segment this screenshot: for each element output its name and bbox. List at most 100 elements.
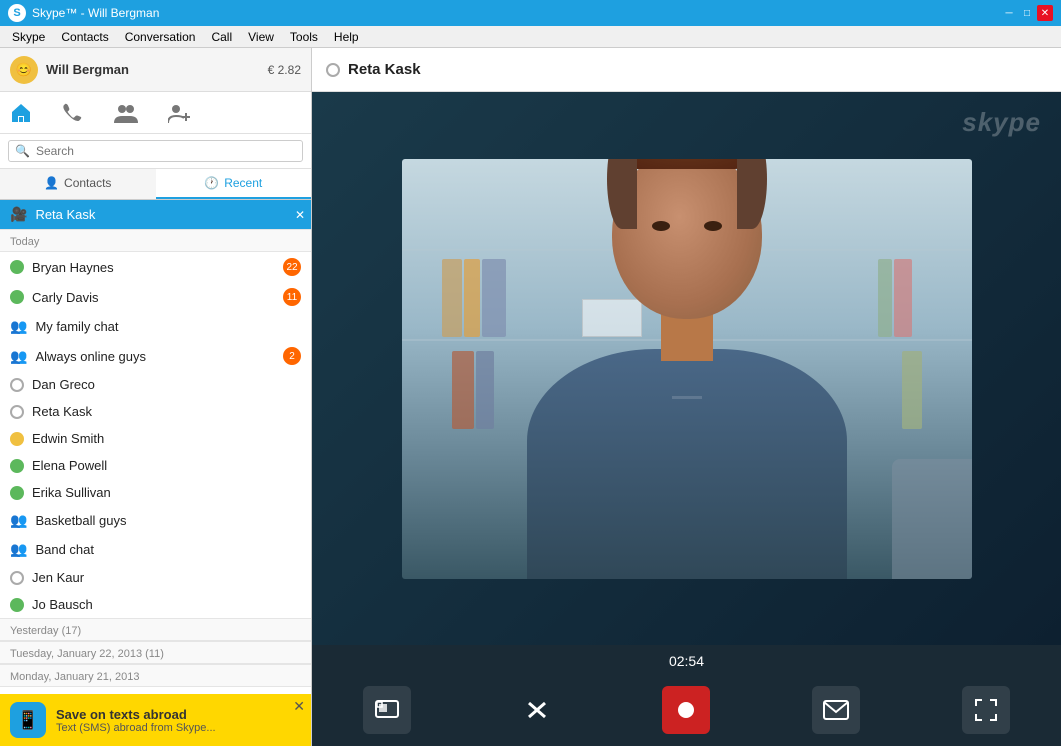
eye-left [652, 221, 670, 231]
window-controls: ─ □ ✕ [1001, 5, 1053, 21]
menu-bar: Skype Contacts Conversation Call View To… [0, 26, 1061, 48]
menu-call[interactable]: Call [203, 28, 240, 46]
ad-title[interactable]: Save on texts abroad [56, 707, 301, 722]
profile-name[interactable]: Will Bergman [46, 62, 129, 77]
tabs: 👤 Contacts 🕐 Recent [0, 169, 311, 200]
title-bar: S Skype™ - Will Bergman ─ □ ✕ [0, 0, 1061, 26]
section-jan22: Tuesday, January 22, 2013 (11) [0, 641, 311, 664]
close-button[interactable]: ✕ [1037, 5, 1053, 21]
ad-banner: 📱 Save on texts abroad Text (SMS) abroad… [0, 694, 311, 746]
home-nav-button[interactable] [10, 102, 32, 124]
contact-name: Elena Powell [32, 458, 107, 473]
profile-bar: 😊 Will Bergman € 2.82 [0, 48, 311, 92]
menu-skype[interactable]: Skype [4, 28, 53, 46]
recent-tab-icon: 🕐 [204, 176, 219, 190]
list-item[interactable]: Erika Sullivan [0, 479, 311, 506]
status-dot-green [10, 290, 24, 304]
status-dot-green [10, 486, 24, 500]
status-dot-offline [10, 405, 24, 419]
left-panel: 😊 Will Bergman € 2.82 [0, 48, 312, 746]
contact-name: Reta Kask [32, 404, 92, 419]
ad-subtitle: Text (SMS) abroad from Skype... [56, 722, 301, 734]
menu-contacts[interactable]: Contacts [53, 28, 116, 46]
contact-name: Carly Davis [32, 290, 98, 305]
ad-close-button[interactable]: ✕ [293, 698, 305, 715]
unread-badge: 2 [283, 347, 301, 365]
search-input[interactable] [36, 144, 296, 158]
group-icon: 👥 [10, 318, 27, 335]
tab-contacts[interactable]: 👤 Contacts [0, 169, 156, 199]
contact-name-selected: Reta Kask [35, 207, 95, 222]
search-input-wrap: 🔍 [8, 140, 303, 162]
contact-name: Band chat [35, 542, 94, 557]
search-bar: 🔍 [0, 134, 311, 169]
group-icon: 👥 [10, 348, 27, 365]
contacts-tab-label: Contacts [64, 176, 111, 190]
record-button[interactable] [662, 686, 710, 734]
status-dot-green [10, 459, 24, 473]
selected-contact-item[interactable]: 🎥 Reta Kask ✕ [0, 200, 311, 229]
fullscreen-button[interactable] [962, 686, 1010, 734]
close-contact-icon[interactable]: ✕ [295, 208, 305, 222]
list-item[interactable]: 👥 Band chat [0, 535, 311, 564]
skype-logo-icon: S [8, 4, 26, 22]
list-item[interactable]: Reta Kask [0, 398, 311, 425]
nav-icons [0, 92, 311, 134]
menu-view[interactable]: View [240, 28, 282, 46]
search-icon: 🔍 [15, 144, 30, 158]
menu-help[interactable]: Help [326, 28, 367, 46]
call-timer: 02:54 [312, 645, 1061, 678]
status-dot-green [10, 260, 24, 274]
list-item[interactable]: Carly Davis 11 [0, 282, 311, 312]
status-dot-offline [10, 378, 24, 392]
contact-name: Jen Kaur [32, 570, 84, 585]
contacts-tab-icon: 👤 [44, 176, 59, 190]
menu-tools[interactable]: Tools [282, 28, 326, 46]
profile-credit[interactable]: € 2.82 [268, 63, 301, 77]
contacts-nav-button[interactable] [114, 103, 138, 123]
list-item[interactable]: Elena Powell [0, 452, 311, 479]
screen-share-button[interactable] [363, 686, 411, 734]
unread-badge: 22 [283, 258, 301, 276]
status-dot-green [10, 598, 24, 612]
call-contact-name: Reta Kask [348, 61, 421, 78]
status-dot-yellow [10, 432, 24, 446]
contact-status-indicator [326, 63, 340, 77]
avatar: 😊 [10, 56, 38, 84]
couch-right [892, 459, 972, 579]
end-call-button[interactable] [513, 686, 561, 734]
menu-conversation[interactable]: Conversation [117, 28, 204, 46]
section-today: Today [0, 229, 311, 252]
unread-badge: 11 [283, 288, 301, 306]
list-item[interactable]: Edwin Smith [0, 425, 311, 452]
contact-name: Jo Bausch [32, 597, 93, 612]
recent-tab-label: Recent [224, 176, 262, 190]
contact-name: Dan Greco [32, 377, 95, 392]
list-item[interactable]: Jo Bausch [0, 591, 311, 618]
status-dot-offline [10, 571, 24, 585]
list-item[interactable]: Bryan Haynes 22 [0, 252, 311, 282]
list-item[interactable]: 👥 My family chat [0, 312, 311, 341]
group-icon: 👥 [10, 541, 27, 558]
video-frame [402, 159, 972, 579]
list-item[interactable]: 👥 Basketball guys [0, 506, 311, 535]
list-item[interactable]: Dan Greco [0, 371, 311, 398]
minimize-button[interactable]: ─ [1001, 5, 1017, 21]
contact-name: Basketball guys [35, 513, 126, 528]
contact-name: My family chat [35, 319, 118, 334]
list-item[interactable]: 👥 Always online guys 2 [0, 341, 311, 371]
call-controls [312, 678, 1061, 746]
message-button[interactable] [812, 686, 860, 734]
tab-recent[interactable]: 🕐 Recent [156, 169, 312, 199]
skype-watermark: skype [962, 106, 1041, 138]
shirt-detail [672, 396, 702, 399]
ad-text-block: Save on texts abroad Text (SMS) abroad f… [56, 707, 301, 734]
add-contact-nav-button[interactable] [168, 103, 192, 123]
list-item[interactable]: Jen Kaur [0, 564, 311, 591]
call-nav-button[interactable] [62, 102, 84, 124]
right-header: Reta Kask [312, 48, 1061, 92]
right-panel: Reta Kask skype [312, 48, 1061, 746]
window-title: Skype™ - Will Bergman [32, 6, 159, 20]
video-status-icon: 🎥 [10, 206, 27, 223]
restore-button[interactable]: □ [1019, 5, 1035, 21]
